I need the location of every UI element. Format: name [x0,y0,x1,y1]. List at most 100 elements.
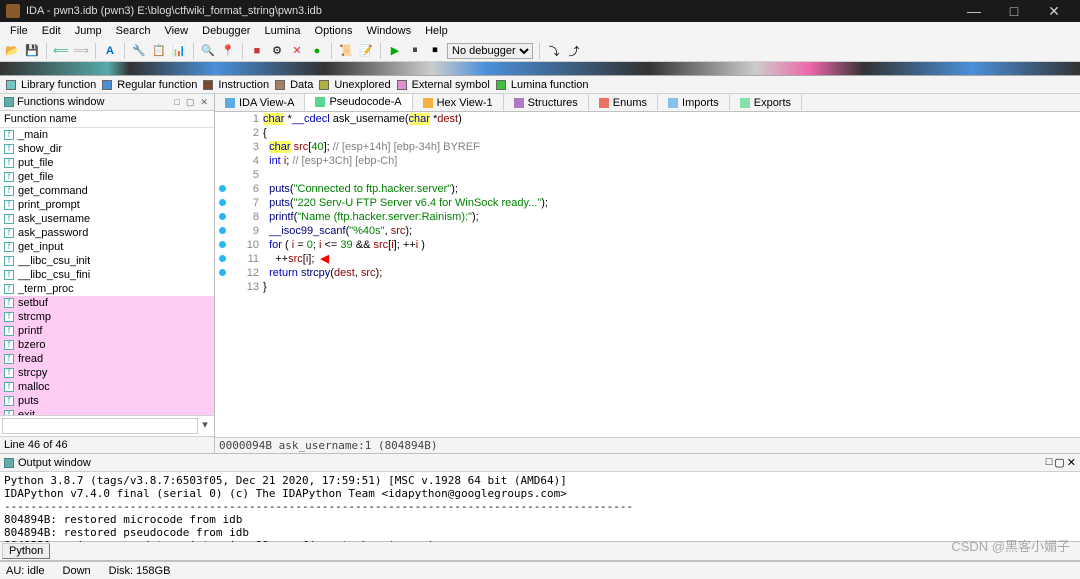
code-line[interactable]: for ( i = 0; i <= 39 && src[i]; ++i ) [263,238,1080,252]
debugger-select[interactable]: No debugger [447,43,533,59]
function-row[interactable]: fexit [0,408,214,415]
script-icon[interactable]: 📜 [338,43,354,59]
panel-close-icon[interactable]: ✕ [198,97,210,108]
back-icon[interactable]: ⟸ [53,43,69,59]
function-row[interactable]: fsetbuf [0,296,214,310]
open-icon[interactable]: 📂 [4,43,20,59]
search-icon[interactable]: 🔍 [200,43,216,59]
menu-options[interactable]: Options [309,23,359,39]
stepover-icon[interactable]: ⤴ [566,43,582,59]
close-button[interactable]: ✕ [1034,0,1074,22]
code-line[interactable]: { [263,126,1080,140]
text-icon[interactable]: A [102,43,118,59]
code-line[interactable] [263,168,1080,182]
tool-icon[interactable]: 🔧 [131,43,147,59]
output-close-icon[interactable]: ✕ [1067,456,1076,469]
maximize-button[interactable]: □ [994,0,1034,22]
function-row[interactable]: fget_input [0,240,214,254]
functions-list[interactable]: f_mainfshow_dirfput_filefget_filefget_co… [0,128,214,415]
marker-icon[interactable]: 📍 [220,43,236,59]
save-icon[interactable]: 💾 [24,43,40,59]
breakpoint-icon[interactable] [219,185,226,192]
code-line[interactable]: puts("Connected to ftp.hacker.server"); [263,182,1080,196]
play-icon[interactable]: ▶ [387,43,403,59]
menu-help[interactable]: Help [419,23,454,39]
line-number[interactable]: 10 [215,238,259,252]
line-number[interactable]: 5 [215,168,259,182]
function-row[interactable]: f__libc_csu_fini [0,268,214,282]
functions-search-input[interactable] [2,418,198,434]
line-number[interactable]: 11 [215,252,259,266]
line-number[interactable]: 1 [215,112,259,126]
tab-exports[interactable]: Exports [730,94,802,111]
line-number[interactable]: 7 [215,196,259,210]
menu-search[interactable]: Search [110,23,157,39]
line-number[interactable]: 8 [215,210,259,224]
menu-debugger[interactable]: Debugger [196,23,256,39]
code-line[interactable]: char *__cdecl ask_username(char *dest) [263,112,1080,126]
pause-icon[interactable]: ⏸ [407,43,423,59]
line-number[interactable]: 6 [215,182,259,196]
panel-pin-icon[interactable]: □ [173,97,182,108]
function-row[interactable]: fbzero [0,338,214,352]
function-row[interactable]: f__libc_csu_init [0,254,214,268]
dot-icon[interactable]: ● [309,43,325,59]
output-text[interactable]: Python 3.8.7 (tags/v3.8.7:6503f05, Dec 2… [0,472,1080,542]
function-row[interactable]: fputs [0,394,214,408]
search-dropdown-icon[interactable]: ▾ [198,418,212,434]
function-row[interactable]: fstrcmp [0,310,214,324]
function-row[interactable]: f_term_proc [0,282,214,296]
pseudocode-view[interactable]: 12345678910111213 char *__cdecl ask_user… [215,112,1080,437]
code-line[interactable]: puts("220 Serv-U FTP Server v6.4 for Win… [263,196,1080,210]
code-line[interactable]: ++src[i]; ◀ [263,252,1080,266]
line-number[interactable]: 2 [215,126,259,140]
output-pin-icon[interactable]: □ [1046,456,1053,469]
function-row[interactable]: fask_username [0,212,214,226]
code-line[interactable]: __isoc99_scanf("%40s", src); [263,224,1080,238]
tab-enums[interactable]: Enums [589,94,658,111]
python-button[interactable]: Python [2,543,50,559]
script2-icon[interactable]: 📝 [358,43,374,59]
breakpoint-icon[interactable] [219,255,226,262]
function-row[interactable]: fask_password [0,226,214,240]
forward-icon[interactable]: ⟹ [73,43,89,59]
function-row[interactable]: f_main [0,128,214,142]
menu-view[interactable]: View [158,23,194,39]
line-number[interactable]: 3 [215,140,259,154]
functions-header[interactable]: Function name [0,111,214,128]
function-row[interactable]: ffread [0,352,214,366]
line-number[interactable]: 9 [215,224,259,238]
config-icon[interactable]: ⚙ [269,43,285,59]
cross-icon[interactable]: ✕ [289,43,305,59]
function-row[interactable]: fget_command [0,184,214,198]
line-number[interactable]: 13 [215,280,259,294]
panel-max-icon[interactable]: ▢ [184,97,197,108]
code-line[interactable]: char src[40]; // [esp+14h] [ebp-34h] BYR… [263,140,1080,154]
menu-file[interactable]: File [4,23,34,39]
breakpoint-icon[interactable] [219,269,226,276]
menu-windows[interactable]: Windows [360,23,417,39]
breakpoint-icon[interactable] [219,199,226,206]
line-number[interactable]: 12 [215,266,259,280]
function-row[interactable]: fget_file [0,170,214,184]
tab-structures[interactable]: Structures [504,94,589,111]
minimize-button[interactable]: — [954,0,994,22]
code-line[interactable]: int i; // [esp+3Ch] [ebp-Ch] [263,154,1080,168]
code-line[interactable]: return strcpy(dest, src); [263,266,1080,280]
tool2-icon[interactable]: 📋 [151,43,167,59]
function-row[interactable]: fprint_prompt [0,198,214,212]
function-row[interactable]: fmalloc [0,380,214,394]
menu-edit[interactable]: Edit [36,23,67,39]
tab-ida-view-a[interactable]: IDA View-A [215,94,305,111]
navigation-band[interactable] [0,62,1080,76]
code-line[interactable]: printf("Name (ftp.hacker.server:Rainism)… [263,210,1080,224]
line-number[interactable]: 4 [215,154,259,168]
function-row[interactable]: fshow_dir [0,142,214,156]
function-row[interactable]: fstrcpy [0,366,214,380]
code-line[interactable]: } [263,280,1080,294]
output-max-icon[interactable]: ▢ [1054,456,1064,469]
breakpoint-icon[interactable] [219,227,226,234]
tab-pseudocode-a[interactable]: Pseudocode-A [305,94,412,111]
function-row[interactable]: fprintf [0,324,214,338]
breakpoint-icon[interactable] [219,241,226,248]
